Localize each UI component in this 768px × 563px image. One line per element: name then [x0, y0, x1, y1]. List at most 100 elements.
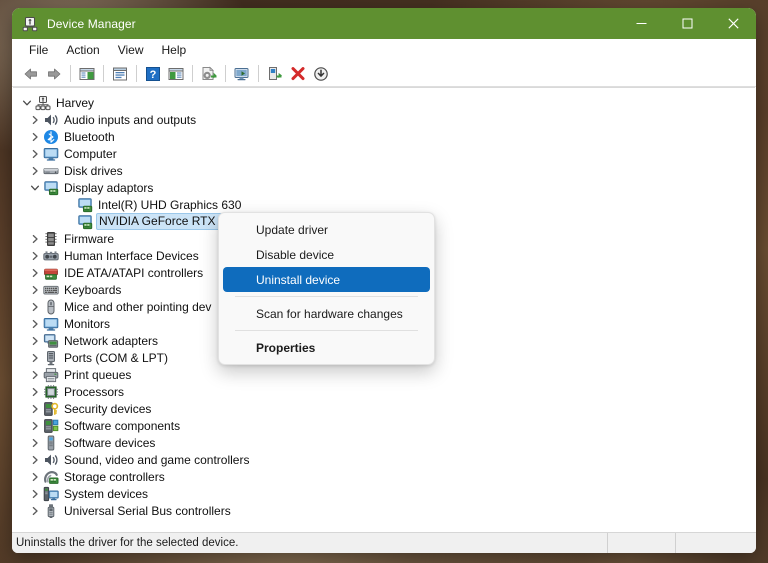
context-menu-item-uninstall-device[interactable]: Uninstall device [223, 267, 430, 292]
window-title: Device Manager [47, 16, 136, 31]
uninstall-device-icon[interactable] [287, 63, 309, 85]
close-icon[interactable] [710, 8, 756, 39]
tree-item[interactable]: Sound, video and game controllers [19, 451, 755, 468]
chevron-right-icon[interactable] [27, 486, 43, 502]
context-menu-item-scan-for-hardware-changes[interactable]: Scan for hardware changes [223, 301, 430, 326]
context-menu-item-update-driver[interactable]: Update driver [223, 217, 430, 242]
disk-drive-icon [43, 163, 59, 179]
chevron-right-icon[interactable] [27, 418, 43, 434]
tree-item[interactable]: Universal Serial Bus controllers [19, 502, 755, 519]
context-menu-item-properties[interactable]: Properties [223, 335, 430, 360]
tree-item[interactable]: Processors [19, 383, 755, 400]
forward-icon[interactable] [43, 63, 65, 85]
show-hide-action-pane-icon[interactable] [165, 63, 187, 85]
status-pane-2 [608, 532, 676, 553]
chevron-right-icon[interactable] [27, 231, 43, 247]
chevron-right-icon[interactable] [27, 316, 43, 332]
properties-icon[interactable] [109, 63, 131, 85]
device-manager-icon [22, 16, 38, 32]
toolbar-separator [258, 65, 259, 82]
enable-device-icon[interactable] [264, 63, 286, 85]
tree-item[interactable]: Audio inputs and outputs [19, 111, 755, 128]
tree-item[interactable]: Security devices [19, 400, 755, 417]
chevron-right-icon[interactable] [27, 350, 43, 366]
menu-file[interactable]: File [20, 41, 57, 59]
disable-device-icon[interactable] [310, 63, 332, 85]
chevron-right-icon[interactable] [27, 129, 43, 145]
tree-item[interactable]: Software devices [19, 434, 755, 451]
software-component-icon [43, 418, 59, 434]
tree-item[interactable]: Software components [19, 417, 755, 434]
context-menu-separator [235, 330, 418, 331]
tree-item[interactable]: System devices [19, 485, 755, 502]
tree-item[interactable]: Intel(R) UHD Graphics 630 [19, 196, 755, 213]
chevron-right-icon[interactable] [27, 469, 43, 485]
title-bar[interactable]: Device Manager [12, 8, 756, 39]
back-icon[interactable] [20, 63, 42, 85]
context-menu-separator [235, 296, 418, 297]
chevron-right-icon[interactable] [27, 265, 43, 281]
tree-item[interactable]: Print queues [19, 366, 755, 383]
network-adapter-icon [43, 333, 59, 349]
device-manager-window: Device Manager File Action View Help ? H… [12, 8, 756, 553]
chevron-right-icon[interactable] [27, 401, 43, 417]
menu-view[interactable]: View [109, 41, 153, 59]
chevron-right-icon[interactable] [27, 503, 43, 519]
minimize-icon[interactable] [618, 8, 664, 39]
tree-item-label: Harvey [56, 96, 95, 110]
scan-for-hardware-changes-icon[interactable] [231, 63, 253, 85]
monitor-icon [43, 146, 59, 162]
bluetooth-icon [43, 129, 59, 145]
toolbar-separator [70, 65, 71, 82]
tree-item-label: Security devices [64, 402, 152, 416]
status-pane-3 [676, 533, 756, 554]
mouse-icon [43, 299, 59, 315]
tree-item-label: Disk drives [64, 164, 123, 178]
toolbar-separator [103, 65, 104, 82]
chevron-right-icon[interactable] [27, 112, 43, 128]
tree-item[interactable]: Harvey [19, 94, 755, 111]
chevron-right-icon[interactable] [27, 367, 43, 383]
tree-item[interactable]: Computer [19, 145, 755, 162]
tree-item[interactable]: Bluetooth [19, 128, 755, 145]
chevron-right-icon[interactable] [27, 384, 43, 400]
show-hide-console-tree-icon[interactable] [76, 63, 98, 85]
menu-help[interactable]: Help [153, 41, 196, 59]
tree-item[interactable]: Display adaptors [19, 179, 755, 196]
chevron-right-icon[interactable] [27, 333, 43, 349]
tree-item-label: Computer [64, 147, 117, 161]
toolbar: ? [12, 61, 756, 87]
tree-item[interactable]: Storage controllers [19, 468, 755, 485]
tree-item-label: Bluetooth [64, 130, 115, 144]
help-icon[interactable]: ? [142, 63, 164, 85]
menu-action[interactable]: Action [57, 41, 108, 59]
chevron-right-icon[interactable] [27, 282, 43, 298]
tree-item-label: Software components [64, 419, 181, 433]
tree-item-label: Software devices [64, 436, 156, 450]
chevron-down-icon[interactable] [19, 95, 35, 111]
display-adapter-icon [77, 214, 93, 230]
chevron-down-icon[interactable] [27, 180, 43, 196]
tree-item-label: Intel(R) UHD Graphics 630 [98, 198, 242, 212]
computer-root-icon [35, 95, 51, 111]
chevron-right-icon[interactable] [27, 452, 43, 468]
caption-buttons [618, 8, 756, 39]
context-menu[interactable]: Update driver Disable device Uninstall dev… [218, 212, 435, 365]
chevron-right-icon[interactable] [27, 299, 43, 315]
update-driver-icon[interactable] [198, 63, 220, 85]
tree-item-label: Universal Serial Bus controllers [64, 504, 231, 518]
tree-item[interactable]: Disk drives [19, 162, 755, 179]
maximize-icon[interactable] [664, 8, 710, 39]
chevron-right-icon[interactable] [27, 248, 43, 264]
chevron-right-icon[interactable] [27, 146, 43, 162]
software-device-icon [43, 435, 59, 451]
speaker-icon [43, 112, 59, 128]
chevron-right-icon[interactable] [27, 435, 43, 451]
system-device-icon [43, 486, 59, 502]
processor-icon [43, 384, 59, 400]
context-menu-item-disable-device[interactable]: Disable device [223, 242, 430, 267]
tree-item-label: Firmware [64, 232, 114, 246]
chevron-right-icon[interactable] [27, 163, 43, 179]
